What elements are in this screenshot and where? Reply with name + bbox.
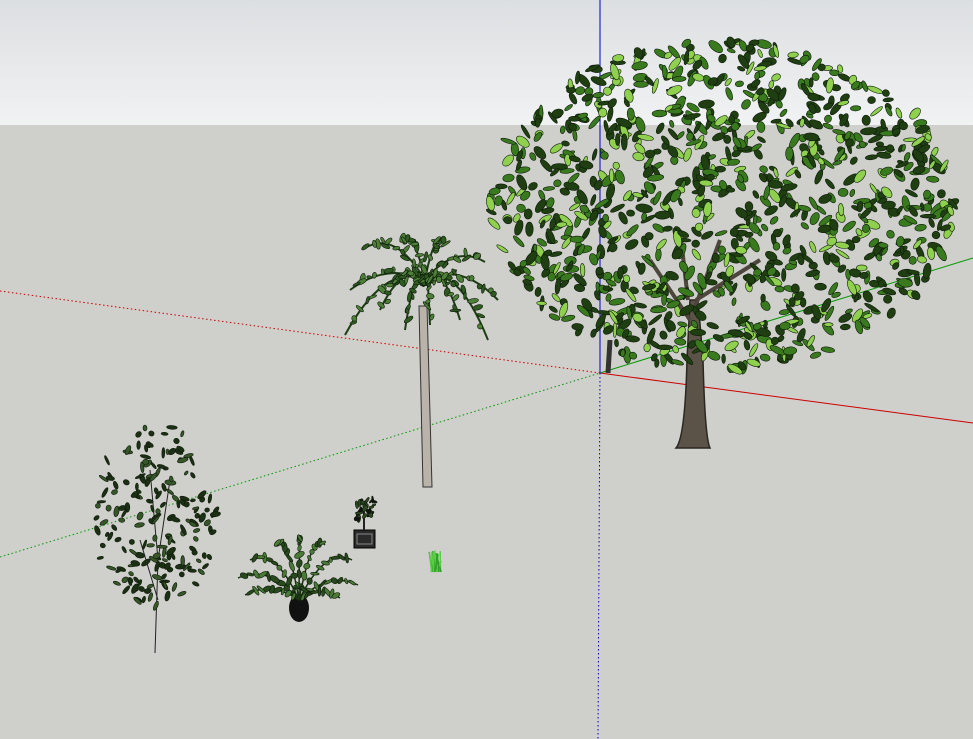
tree-leaf: [800, 297, 807, 308]
tree-leaf: [919, 213, 937, 219]
small-tree-leaf: [136, 440, 141, 450]
tree-leaf: [569, 235, 585, 243]
small-tree-leaf: [155, 508, 161, 515]
cycad-leaflet: [306, 577, 313, 585]
tree-leaf: [602, 214, 610, 223]
small-branch-trunk: [605, 339, 613, 374]
tree-leaf: [525, 221, 534, 237]
tree-leaf: [566, 87, 577, 94]
tree-leaf: [867, 96, 876, 104]
tree-leaf: [772, 242, 781, 251]
tree-leaf: [568, 115, 581, 122]
small-tree-leaf: [161, 447, 166, 459]
palm-leaflet: [386, 282, 394, 288]
tree-leaf: [643, 343, 651, 353]
small-tree-leaf: [191, 549, 198, 556]
tree-leaf: [651, 109, 668, 118]
tree-leaf: [536, 300, 547, 306]
palm-leaflet: [463, 291, 467, 300]
tree-leaf: [785, 146, 794, 161]
palm-leaflet: [435, 276, 443, 283]
tree-leaf: [620, 133, 628, 151]
tree-leaf: [808, 77, 814, 88]
3d-scene-canvas[interactable]: [0, 0, 973, 739]
tree-leaf: [654, 210, 672, 220]
small-tree-leaf: [179, 571, 185, 578]
tree-leaf: [903, 137, 917, 143]
small-tree-leaf: [180, 555, 185, 567]
small-tree-leaf: [146, 543, 155, 548]
tree-leaf: [608, 168, 615, 183]
tree-leaf: [691, 239, 700, 248]
tree-leaf: [788, 297, 796, 307]
tree-leaf: [622, 274, 631, 283]
tree-leaf: [612, 322, 618, 338]
tree-leaf: [644, 232, 654, 241]
cycad-leaflet: [310, 572, 320, 576]
sketchup-viewport[interactable]: [0, 0, 973, 739]
small-tree-leaf: [135, 482, 139, 491]
tree-leaf: [655, 248, 662, 262]
tree-leaf: [656, 344, 673, 351]
tree-leaf: [672, 76, 687, 82]
tree-leaf: [615, 133, 621, 146]
tree-leaf: [837, 187, 849, 197]
tree-leaf: [731, 122, 740, 131]
tree-leaf: [579, 263, 586, 278]
tree-leaf: [711, 252, 720, 263]
tree-leaf: [602, 285, 611, 291]
small-tree-leaf: [156, 544, 168, 549]
tree-leaf: [875, 141, 884, 147]
tree-leaf: [495, 183, 508, 190]
tree-leaf: [617, 266, 624, 280]
tree-leaf: [706, 173, 715, 181]
small-tree-leaf: [152, 534, 158, 542]
small-tree-leaf: [201, 552, 207, 559]
tree-leaf: [721, 353, 726, 364]
small-tree-leaf: [95, 503, 101, 509]
tree-leaf: [823, 322, 834, 327]
tree-leaf: [781, 268, 787, 282]
tree-leaf: [633, 80, 649, 88]
tree-leaf: [772, 228, 782, 238]
small-tree-leaf: [142, 424, 148, 432]
cycad-leaflet: [317, 586, 322, 597]
cycad-leaflet: [290, 572, 298, 579]
tree-leaf: [626, 209, 635, 217]
tree-leaf: [725, 187, 736, 193]
tree-leaf: [850, 105, 862, 112]
palm-leaflet: [411, 294, 415, 300]
tree-leaf: [760, 293, 766, 303]
tree-leaf: [728, 115, 736, 124]
tree-leaf: [532, 243, 538, 252]
small-tree-leaf: [142, 458, 150, 465]
small-tree-leaf: [160, 431, 169, 436]
small-tree-leaf: [176, 500, 181, 509]
small-tree-leaf: [105, 504, 112, 512]
